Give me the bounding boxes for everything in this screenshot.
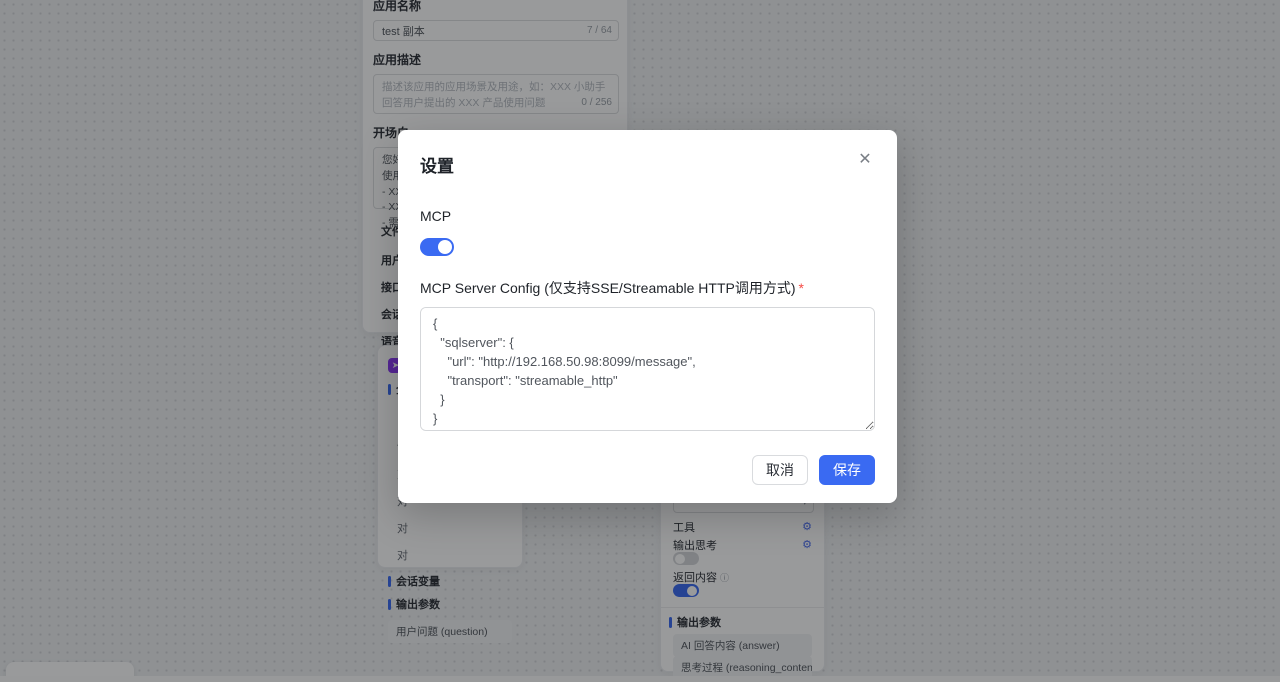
save-button[interactable]: 保存: [819, 455, 875, 485]
cancel-button[interactable]: 取消: [752, 455, 808, 485]
workflow-canvas: 应用名称 test 副本 7 / 64 应用描述 描述该应用的应用场景及用途，如…: [0, 0, 1280, 682]
mcp-config-textarea[interactable]: { "sqlserver": { "url": "http://192.168.…: [420, 307, 875, 431]
mcp-label: MCP: [420, 208, 875, 224]
toggle-knob: [438, 240, 452, 254]
mcp-config-label: MCP Server Config (仅支持SSE/Streamable HTT…: [420, 278, 875, 298]
settings-modal: 设置 ✕ MCP MCP Server Config (仅支持SSE/Strea…: [398, 130, 897, 503]
mcp-toggle[interactable]: [420, 238, 454, 256]
modal-title: 设置: [420, 152, 875, 177]
required-asterisk: *: [799, 280, 804, 296]
close-icon[interactable]: ✕: [853, 147, 877, 171]
